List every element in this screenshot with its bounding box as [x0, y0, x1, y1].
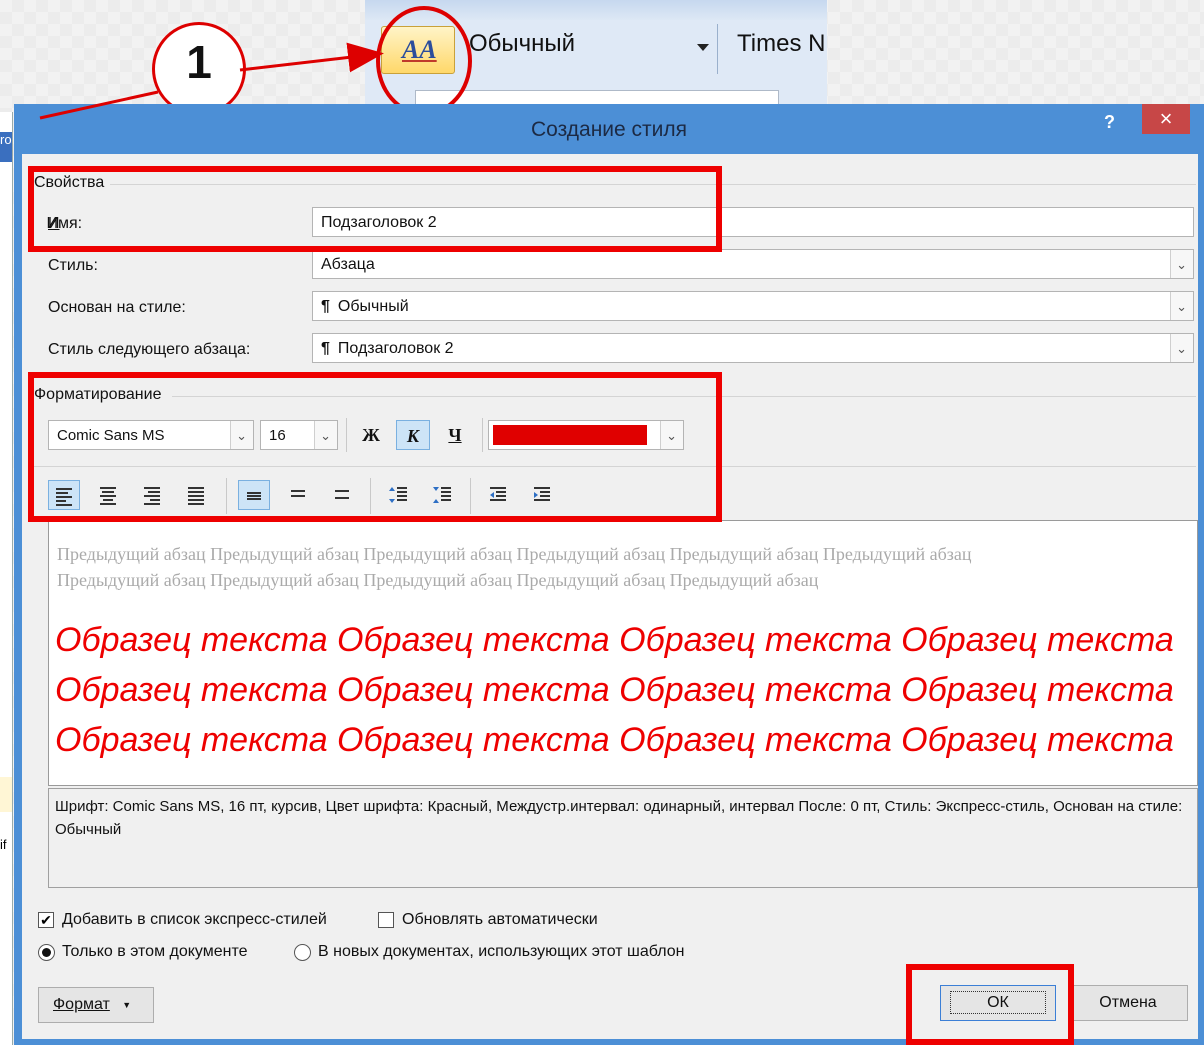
formatting-section-label: Форматирование [34, 386, 162, 403]
toolbar-separator [470, 478, 471, 514]
next-style-label: Стиль следующего абзаца: [48, 341, 251, 358]
paragraph-icon: ¶ [321, 340, 330, 357]
background-text: if [0, 837, 7, 852]
font-combo-value[interactable]: Times N [737, 30, 827, 58]
justify-icon [188, 487, 204, 505]
name-label: ИИмя: [46, 215, 83, 232]
toolbar-separator [226, 478, 227, 514]
style-type-select[interactable]: Абзаца ⌄ [312, 249, 1194, 279]
add-quick-styles-label[interactable]: Добавить в список экспресс-стилей [62, 911, 327, 929]
section-divider [110, 184, 1196, 185]
step-callout: 1 [152, 22, 246, 116]
style-combo-value[interactable]: Обычный [469, 30, 575, 58]
sample-text-line: Образец текста Образец текста Образец те… [55, 621, 1174, 659]
create-style-dialog: Создание стиля ? × Свойства ИИмя: Подзаг… [14, 104, 1204, 1045]
sample-text-line: Образец текста Образец текста Образец те… [55, 721, 1174, 759]
single-spacing-icon [247, 492, 261, 500]
new-documents-radio[interactable] [294, 944, 311, 961]
chevron-down-icon: ⌄ [1176, 299, 1187, 314]
style-preview: Предыдущий абзац Предыдущий абзац Предыд… [48, 520, 1198, 786]
font-color-select[interactable]: ⌄ [488, 420, 684, 450]
bold-button[interactable]: Ж [356, 420, 386, 450]
callout-arrow-to-style-button [239, 42, 384, 73]
auto-update-checkbox[interactable] [378, 912, 394, 928]
underline-button[interactable]: Ч [440, 420, 470, 450]
ribbon-separator [717, 24, 718, 74]
one-half-spacing-icon [291, 490, 305, 497]
dialog-title: Создание стиля [530, 118, 688, 141]
align-right-icon [144, 487, 160, 505]
toolbar-separator [370, 478, 371, 514]
decrease-indent-icon [490, 487, 506, 501]
double-spacing-button[interactable] [326, 480, 358, 510]
align-center-icon [100, 487, 116, 505]
based-on-label: Основан на стиле: [48, 299, 186, 316]
single-spacing-button[interactable] [238, 480, 270, 510]
only-this-document-label[interactable]: Только в этом документе [62, 943, 248, 961]
close-button[interactable]: × [1142, 104, 1190, 134]
toolbar-separator [346, 418, 347, 452]
style-name-input[interactable]: Подзаголовок 2 [312, 207, 1194, 237]
justify-button[interactable] [180, 480, 212, 510]
chevron-down-icon: ⌄ [236, 428, 247, 443]
next-style-select[interactable]: ¶ Подзаголовок 2 ⌄ [312, 333, 1194, 363]
ok-button-label: ОК [950, 991, 1046, 1014]
font-select[interactable]: Comic Sans MS ⌄ [48, 420, 254, 450]
style-description: Шрифт: Comic Sans MS, 16 пт, курсив, Цве… [48, 788, 1198, 888]
increase-indent-icon [534, 487, 550, 501]
properties-section-label: Свойства [34, 174, 105, 191]
format-button[interactable]: Формат ▼ [38, 987, 154, 1023]
dialog-body: Свойства ИИмя: Подзаголовок 2 Стиль: Абз… [22, 154, 1198, 1039]
align-center-button[interactable] [92, 480, 124, 510]
italic-button[interactable]: К [396, 420, 430, 450]
section-divider [172, 396, 1196, 397]
style-type-label: Стиль: [48, 257, 98, 274]
double-spacing-icon [335, 490, 349, 499]
font-value: Comic Sans MS [57, 427, 165, 444]
space-before-button[interactable] [382, 480, 414, 510]
ok-button[interactable]: ОК [940, 985, 1056, 1021]
new-documents-label[interactable]: В новых документах, использующих этот ша… [318, 943, 684, 961]
cancel-button[interactable]: Отмена [1068, 985, 1188, 1021]
font-size-value: 16 [269, 427, 286, 444]
background-tab: ro [0, 132, 12, 162]
highlight-ring [376, 6, 472, 116]
space-after-button[interactable] [426, 480, 458, 510]
help-button[interactable]: ? [1104, 112, 1115, 133]
chevron-down-icon: ⌄ [666, 428, 677, 443]
one-half-spacing-button[interactable] [282, 480, 314, 510]
based-on-select[interactable]: ¶ Обычный ⌄ [312, 291, 1194, 321]
sample-text-line: Образец текста Образец текста Образец те… [55, 671, 1174, 709]
background-window-edge: ro if [0, 112, 13, 1045]
title-bar[interactable]: Создание стиля ? × [14, 104, 1204, 154]
font-size-select[interactable]: 16 ⌄ [260, 420, 338, 450]
toolbar-divider [34, 466, 1196, 467]
style-type-value: Абзаца [321, 256, 375, 273]
format-button-label: Формат [53, 996, 110, 1014]
chevron-down-icon: ⌄ [320, 428, 331, 443]
space-before-icon [389, 487, 407, 503]
chevron-down-icon: ⌄ [1176, 257, 1187, 272]
auto-update-label[interactable]: Обновлять автоматически [402, 911, 598, 929]
based-on-value: Обычный [337, 298, 409, 315]
chevron-down-icon: ⌄ [1176, 341, 1187, 356]
paragraph-icon: ¶ [321, 298, 330, 315]
chevron-down-icon[interactable] [697, 44, 709, 51]
space-after-icon [433, 487, 451, 503]
add-quick-styles-checkbox[interactable]: ✔ [38, 912, 54, 928]
next-style-value: Подзаголовок 2 [337, 340, 454, 357]
decrease-indent-button[interactable] [482, 480, 514, 510]
background-band [0, 777, 12, 812]
format-arrow-icon: ▼ [122, 1000, 132, 1010]
font-color-swatch [493, 425, 647, 445]
align-left-button[interactable] [48, 480, 80, 510]
align-left-icon [56, 488, 72, 506]
previous-paragraph-text: Предыдущий абзац Предыдущий абзац Предыд… [57, 544, 972, 590]
only-this-document-radio[interactable] [38, 944, 55, 961]
toolbar-separator [482, 418, 483, 452]
align-right-button[interactable] [136, 480, 168, 510]
increase-indent-button[interactable] [526, 480, 558, 510]
step-number: 1 [186, 36, 212, 88]
